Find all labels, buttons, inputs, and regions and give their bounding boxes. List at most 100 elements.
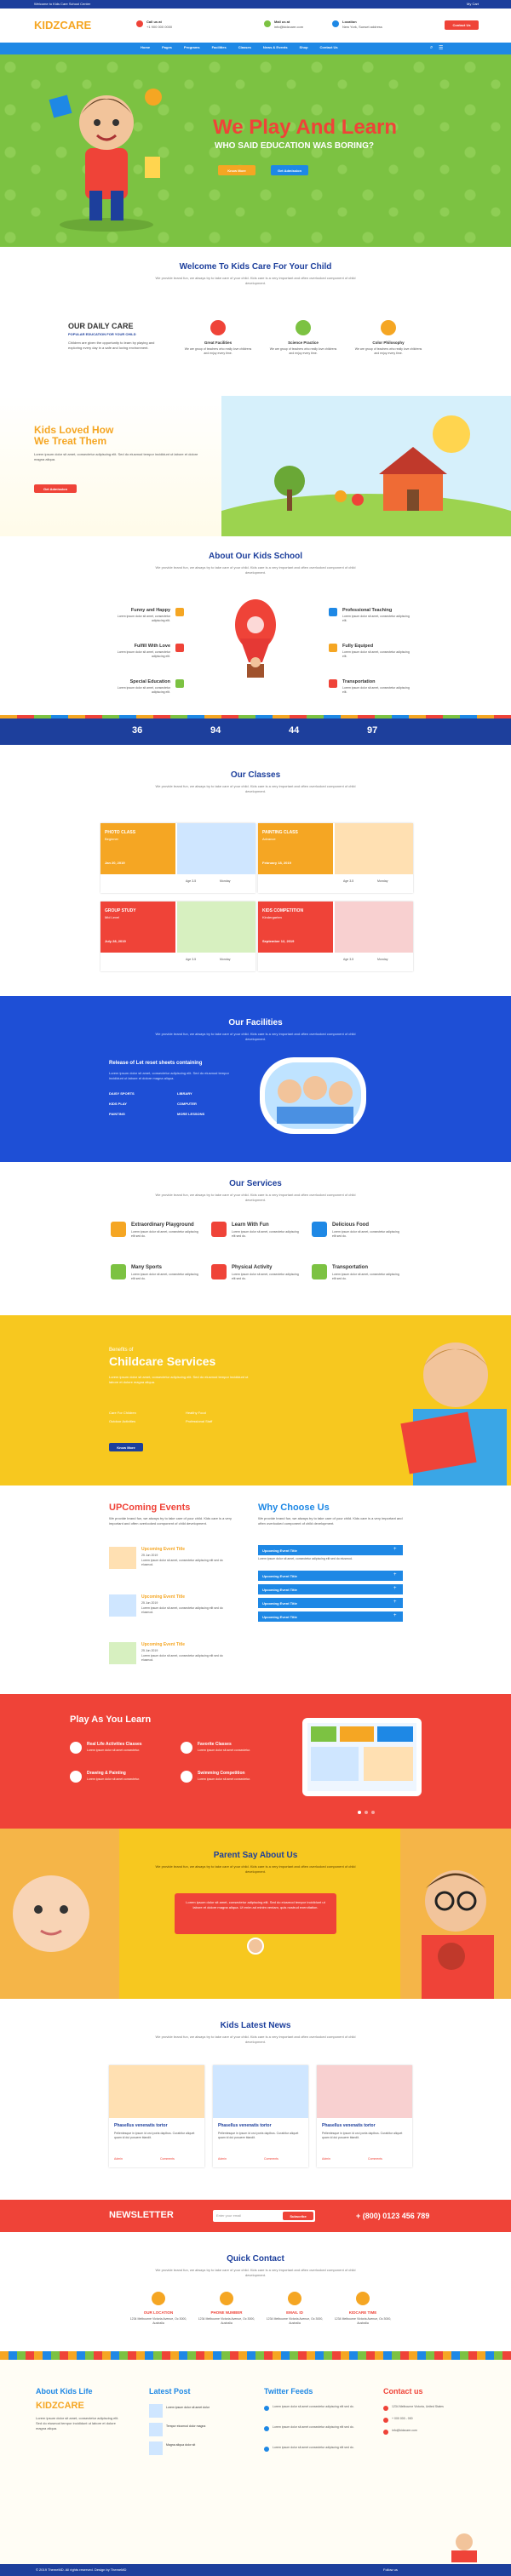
contact-icon [356, 2292, 370, 2305]
nav-item[interactable]: Facilities [212, 45, 227, 49]
event-title[interactable]: Upcoming Event Title [141, 1594, 185, 1600]
facility-item: MORE LESSONS [177, 1112, 205, 1116]
kids-loved-section: Kids Loved How We Treat Them Lorem ipsum… [0, 396, 511, 536]
hot-air-balloon-illustration [235, 599, 276, 678]
contact-value: 1234 Melbourne Victoria Avenue, Oc 3000,… [334, 2317, 392, 2325]
classes-text: We provide brand fun, we always try to t… [155, 784, 356, 793]
service-desc: Lorem ipsum dolor sit amet, consectetur … [332, 1230, 399, 1238]
nav-item[interactable]: Classes [238, 45, 251, 49]
twitter-icon [264, 2406, 269, 2411]
news-title[interactable]: Phasellus venenatis tortor [218, 2123, 272, 2128]
class-meta-day: Monday [377, 958, 388, 961]
footer: About Kids Life KIDZCARE Lorem ipsum dol… [0, 2360, 511, 2576]
news-title[interactable]: Phasellus venenatis tortor [114, 2123, 168, 2128]
counter-value: 44 [289, 725, 300, 736]
childcare-kicker: Benefits of [109, 1348, 134, 1353]
main-nav: Home Pages Programs Facilities Classes News &… [0, 43, 511, 54]
why-item-title: Upcoming Event Title [262, 1574, 297, 1578]
bunting-flags [0, 2351, 511, 2360]
footer-contact-icon [383, 2418, 388, 2423]
childcare-know-more-button[interactable]: Know More [109, 1443, 143, 1451]
nav-item[interactable]: Programs [184, 45, 200, 49]
class-date: September 12, 2019 [262, 939, 295, 943]
services-section: Our Services We provide brand fun, we al… [0, 1162, 511, 1315]
welcome-section: Welcome To Kids Care For Your Child We p… [0, 247, 511, 396]
cart-link[interactable]: My Cart [467, 2, 479, 6]
contact-value: 1234 Melbourne Victoria Avenue, Oc 3000,… [198, 2317, 256, 2325]
about-item-text: Lorem ipsum dolor sit amet, consectetur … [342, 686, 410, 694]
why-item-title: Upcoming Event Title [262, 1548, 297, 1553]
footer-contact-text: info@kidzcare.com [392, 2429, 417, 2432]
class-date: February 18, 2019 [262, 861, 291, 865]
about-item-icon [175, 679, 184, 688]
contact-label: OUR LOCATION [143, 2310, 174, 2315]
nav-item[interactable]: News & Events [263, 45, 288, 49]
location-icon [332, 20, 339, 27]
class-meta-day: Monday [377, 879, 388, 883]
play-learn-section: Play As You Learn Real Life Activities C… [0, 1694, 511, 1829]
carousel-dot-1[interactable] [358, 1811, 361, 1814]
menu-icon[interactable]: ☰ [439, 45, 443, 51]
service-icon [111, 1264, 126, 1279]
classes-title: Our Classes [230, 770, 281, 780]
hero-subtitle: WHO SAID EDUCATION WAS BORING? [215, 141, 375, 151]
service-title: Physical Activity [232, 1265, 273, 1270]
subscribe-button[interactable]: Subscribe [283, 2212, 313, 2220]
plus-icon: + [393, 1547, 397, 1552]
contact-title: Quick Contact [227, 2254, 284, 2264]
footer-contact-text: 1234 Melbourne Victoria, United States [392, 2405, 444, 2408]
nav-item[interactable]: Shop [300, 45, 308, 49]
post-title[interactable]: Tempor eiusmod dolor magna [166, 2424, 234, 2429]
post-title[interactable]: Lorem ipsum dolor sit amet dolor [166, 2406, 234, 2410]
about-item-title: Fulfill With Love [134, 644, 170, 649]
site-logo[interactable]: KIDZCARE [34, 19, 91, 31]
contact-us-button[interactable]: Contact Us [445, 20, 479, 30]
loved-text: Lorem ipsum dolor sit amet, consectetur … [34, 452, 198, 461]
copyright: © 2019 ThemeMD. All rights reserved. Des… [36, 2567, 127, 2572]
search-icon[interactable]: ⌕ [430, 45, 433, 51]
footer-contact-title: Contact us [383, 2387, 423, 2396]
post-title[interactable]: Magna aliqua dolor sit [166, 2443, 234, 2447]
footer-about-text: Lorem ipsum dolor sit amet, consectetur … [36, 2416, 119, 2430]
news-title[interactable]: Phasellus venenatis tortor [322, 2123, 376, 2128]
why-item-title: Upcoming Event Title [262, 1615, 297, 1619]
carousel-dot-2[interactable] [365, 1811, 368, 1814]
facility-item: COMPUTER [177, 1102, 197, 1106]
service-icon [211, 1222, 227, 1237]
feature-icon [210, 320, 226, 335]
daily-care-subtitle: POPULAR EDUCATION FOR YOUR CHILD [68, 332, 136, 336]
nav-item[interactable]: Pages [162, 45, 172, 49]
feature-icon [296, 320, 311, 335]
play-item-text: Lorem ipsum dolor sit amet consectetur. [198, 1749, 251, 1752]
nav-item[interactable]: Home [141, 45, 150, 49]
event-title[interactable]: Upcoming Event Title [141, 1642, 185, 1647]
about-title: About Our Kids School [209, 552, 302, 561]
childcare-list-item: Outdoor Activities [109, 1419, 136, 1423]
class-meta-day: Monday [220, 958, 231, 961]
childcare-title: Childcare Services [109, 1354, 216, 1368]
class-date: July 28, 2019 [105, 939, 126, 943]
class-photo [335, 902, 413, 953]
classes-section: Our Classes We provide brand fun, we alw… [0, 745, 511, 996]
event-title[interactable]: Upcoming Event Title [141, 1547, 185, 1552]
service-desc: Lorem ipsum dolor sit amet, consectetur … [232, 1230, 299, 1238]
facility-item: PAINTING [109, 1112, 125, 1116]
nav-item[interactable]: Contact Us [320, 45, 338, 49]
school-house-illustration [221, 396, 511, 536]
carousel-dot-3[interactable] [371, 1811, 375, 1814]
class-level: Mid Level [105, 915, 120, 919]
news-meta-author: Admin [322, 2157, 330, 2161]
follow-us: Follow us [383, 2567, 398, 2572]
testimonial-quote: Lorem ipsum dolor sit amet, consectetur … [186, 1900, 325, 1909]
play-item-icon [181, 1742, 192, 1754]
know-more-button[interactable]: Know More [218, 165, 256, 175]
class-photo [177, 823, 256, 874]
footer-contact-icon [383, 2406, 388, 2411]
loved-admission-button[interactable]: Get Admission [34, 484, 77, 493]
about-item-title: Professional Teaching [342, 608, 393, 613]
mail-label: Mail us at [274, 20, 290, 24]
contact-icon [288, 2292, 301, 2305]
get-admission-button[interactable]: Get Admission [271, 165, 308, 175]
footer-twitter-title: Twitter Feeds [264, 2387, 313, 2396]
testimonial-quote-box: Lorem ipsum dolor sit amet, consectetur … [175, 1893, 336, 1934]
